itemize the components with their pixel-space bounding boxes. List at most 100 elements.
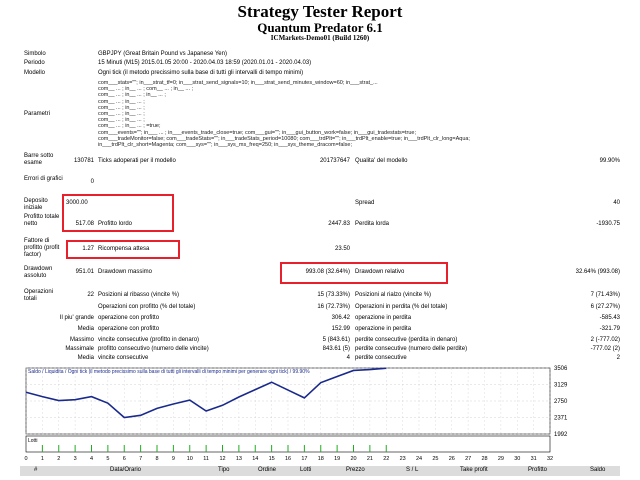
short-value: 15 (73.33%) (317, 292, 350, 298)
x-tick-label: 29 (498, 456, 504, 462)
param-line: com___tradeMonitor=false; com___tradeSta… (98, 135, 470, 142)
x-tick-label: 13 (236, 456, 242, 462)
maxlc-label: perdite consecutive (numero delle perdit… (355, 346, 468, 352)
x-tick-label: 18 (318, 456, 324, 462)
col-price: Prezzo (346, 467, 365, 473)
avgcw-label: vincite consecutive (98, 355, 149, 361)
period-label: Periodo (24, 60, 45, 66)
period-value: 15 Minuti (M15) 2015.01.05 20:00 - 2020.… (98, 60, 312, 66)
profit-label: Profitto totale netto (24, 214, 60, 227)
param-line: com__ ... ; in__ ... ; (98, 98, 145, 105)
x-tick-label: 31 (531, 456, 537, 462)
col-profit: Profitto (528, 467, 548, 473)
col-sl: S / L (406, 467, 419, 473)
model-label: Modello (24, 70, 46, 76)
param-line: com__ ... ; in__ ... ; (98, 104, 145, 111)
symbol-label: Simbolo (24, 51, 46, 57)
server-name: ICMarkets-Demo01 (Build 1260) (270, 34, 370, 42)
col-order: Ordine (258, 467, 277, 473)
ops-label: Operazioni totali (24, 289, 54, 302)
avg-win-value: 152.99 (331, 326, 350, 332)
short-label: Posizioni al ribasso (vincite %) (98, 292, 180, 298)
x-tick-label: 2 (57, 456, 60, 462)
col-lots: Lotti (300, 467, 312, 473)
x-tick-label: 11 (203, 456, 209, 462)
x-tick-label: 27 (465, 456, 471, 462)
loss-label: Operazioni in perdita (% del totale) (355, 304, 448, 310)
x-tick-label: 8 (155, 456, 158, 462)
x-tick-label: 25 (432, 456, 438, 462)
col-type: Tipo (218, 467, 230, 473)
bars-label: Barre sotto esame (24, 153, 54, 166)
ticks-value: 201737647 (319, 158, 350, 164)
x-tick-label: 32 (547, 456, 553, 462)
maxm-prefix: Massimale (65, 346, 94, 352)
col-datetime: Data/Orario (110, 467, 142, 473)
y-tick-label: 3506 (554, 366, 568, 372)
maxcl-value: 2 (-777.02) (590, 337, 620, 343)
y-tick-label: 2750 (554, 399, 568, 405)
maxcl-label: perdite consecutive (perdita in denaro) (355, 337, 458, 343)
param-line: in___trdPlt_clr_short=Magenta; com___sys… (98, 142, 352, 148)
avgcl-value: 2 (616, 355, 620, 361)
avg-loss-label: operazione in perdita (355, 326, 412, 332)
quality-label: Qualita' del modello (355, 158, 408, 164)
param-line: com___stats=""; in___strat_tf=0; in___st… (98, 80, 378, 86)
x-tick-label: 19 (334, 456, 340, 462)
errors-value: 0 (90, 179, 94, 185)
x-tick-label: 1 (41, 456, 44, 462)
chart-title: Saldo / Liquidita / Ogni tick (il metodo… (28, 369, 310, 375)
param-line: com___events=""; in___ ... ; in___events… (98, 129, 417, 136)
avg-prefix: Media (77, 326, 94, 332)
x-tick-label: 7 (139, 456, 142, 462)
y-tick-label: 2371 (554, 416, 568, 422)
gross-profit-value: 2447.83 (328, 221, 350, 227)
worst-label: operazione in perdita (355, 315, 412, 321)
param-line: com__ ... ; in__ ... ; =true; (98, 123, 161, 130)
col-num: # (34, 467, 38, 473)
param-line: com__ ... ; in__ ... ; (98, 117, 145, 124)
dd-value: 951.01 (75, 269, 94, 275)
x-tick-label: 26 (449, 456, 455, 462)
avgcw-value: 4 (346, 355, 350, 361)
x-tick-label: 16 (285, 456, 291, 462)
med-prefix: Media (77, 355, 94, 361)
ticks-label: Ticks adoperati per il modello (98, 158, 176, 164)
x-tick-label: 9 (172, 456, 175, 462)
quality-value: 99.90% (599, 158, 620, 164)
x-tick-label: 10 (187, 456, 193, 462)
gross-loss-label: Perdita lorda (355, 221, 390, 227)
params-label: Parametri (24, 111, 51, 117)
x-tick-label: 30 (514, 456, 520, 462)
x-tick-label: 23 (400, 456, 406, 462)
best-prefix: Il piu' grande (59, 315, 94, 321)
trades-table-header: # Data/Orario Tipo Ordine Lotti Prezzo S… (20, 466, 620, 476)
x-tick-label: 6 (123, 456, 126, 462)
avgcl-label: perdite consecutive (355, 355, 407, 361)
pf-label: Fattore di profitto (profit factor) (24, 238, 60, 258)
loss-value: 6 (27.27%) (590, 304, 620, 310)
win-label: Operazioni con profitto (% del totale) (98, 304, 196, 310)
x-tick-label: 5 (106, 456, 109, 462)
x-tick-label: 4 (90, 456, 93, 462)
x-tick-label: 28 (481, 456, 487, 462)
highlight-box-profit (62, 194, 174, 232)
col-balance: Saldo (590, 467, 606, 473)
payoff-value: 23.50 (334, 246, 350, 252)
lots-label: Lotti (28, 438, 37, 444)
best-label: operazione con profitto (98, 315, 160, 321)
param-line: com__ ... ; in__ ... ; com__ ... ; in__ … (98, 86, 194, 93)
gross-loss-value: -1930.75 (596, 221, 620, 227)
maxpc-label: profitto consecutivo (numero delle vinci… (98, 346, 209, 352)
long-label: Posizioni al rialzo (vincite %) (355, 292, 432, 298)
deposit-label: Deposito iniziale (24, 198, 48, 211)
highlight-box-payoff (66, 240, 180, 259)
x-tick-label: 12 (219, 456, 225, 462)
x-tick-label: 3 (74, 456, 77, 462)
x-tick-label: 20 (350, 456, 356, 462)
symbol-value: GBPJPY (Great Britain Pound vs Japanese … (98, 51, 227, 57)
x-tick-label: 21 (367, 456, 373, 462)
x-tick-label: 0 (24, 456, 27, 462)
x-tick-label: 17 (301, 456, 307, 462)
maxdd-label: Drawdown massimo (98, 269, 153, 275)
